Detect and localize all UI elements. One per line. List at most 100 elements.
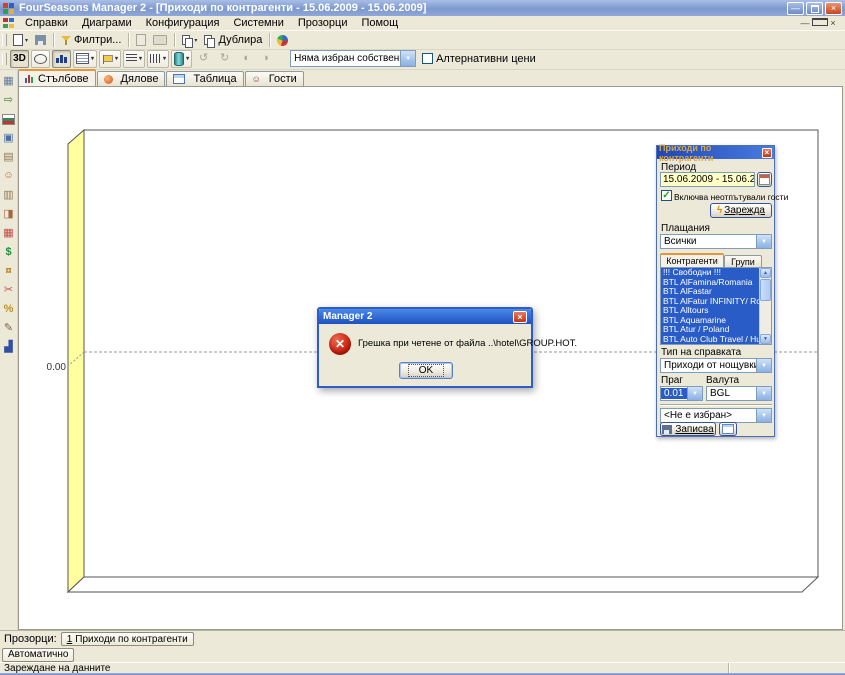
menu-item-configuration[interactable]: Конфигурация (139, 17, 227, 29)
close-button[interactable]: × (825, 2, 842, 15)
calendar-button[interactable] (757, 172, 772, 187)
load-button[interactable]: ϟ Зарежда (710, 203, 772, 218)
toolbar-grip[interactable] (2, 53, 7, 65)
list-item[interactable]: BTL Alltours (661, 306, 759, 316)
form-icon[interactable]: ▤ (1, 149, 17, 165)
combo-dropdown-icon[interactable]: ▼ (400, 51, 415, 66)
dropdown-arrow-icon[interactable]: ▾ (91, 55, 94, 62)
percent-icon[interactable]: % (1, 301, 17, 317)
groups-tab[interactable]: Групи (724, 255, 762, 267)
tab-columns[interactable]: Стълбове (18, 69, 96, 86)
report-type-combo[interactable]: Приходи от нощувки ▼ (660, 358, 772, 373)
filters-button[interactable]: Филтри... (58, 32, 124, 48)
contractors-tab[interactable]: Контрагенти (660, 253, 724, 267)
list-item[interactable]: BTL AlFatur INFINITY/ Romani (661, 297, 759, 307)
dropdown-arrow-icon[interactable]: ▾ (194, 37, 197, 44)
list-item[interactable]: !!! Свободни !!! (661, 268, 759, 278)
tab-shares[interactable]: Дялове (97, 71, 166, 86)
labels-flag-button[interactable]: ▾ (99, 50, 121, 68)
list-item[interactable]: BTL AlFamina/Romania (661, 278, 759, 288)
print-preview-button[interactable] (133, 32, 149, 48)
print-button[interactable] (150, 32, 170, 48)
system-menu-icon[interactable] (3, 18, 14, 28)
mdi-restore-button[interactable] (812, 18, 826, 28)
include-guests-checkbox[interactable]: ✓ (661, 190, 672, 201)
tab-table[interactable]: Таблица (166, 71, 243, 86)
rates-grid-icon[interactable]: ▦ (1, 225, 17, 241)
list-item[interactable]: BTL Aquamarine (661, 316, 759, 326)
new-document-button[interactable]: ▾ (10, 32, 31, 48)
duplicate-button[interactable]: Дублира (201, 32, 265, 48)
mdi-close-button[interactable]: × (826, 18, 840, 28)
currency-dollar-icon[interactable]: $ (1, 244, 17, 260)
ok-button[interactable]: OK (399, 362, 453, 379)
cash-register-icon[interactable]: ◨ (1, 206, 17, 222)
contractors-list[interactable]: !!! Свободни !!! BTL AlFamina/Romania BT… (660, 267, 772, 345)
scroll-track[interactable] (760, 302, 771, 334)
mdi-minimize-button[interactable]: — (798, 18, 812, 28)
currency-combo[interactable]: BGL ▼ (706, 386, 772, 401)
combo-dropdown-icon[interactable]: ▼ (687, 387, 702, 400)
rotate-cw-button[interactable]: ↻ (215, 50, 234, 68)
report-chart-button[interactable] (274, 32, 291, 48)
menu-item-windows[interactable]: Прозорци (291, 17, 355, 29)
menu-item-help[interactable]: Помощ (354, 17, 405, 29)
dropdown-arrow-icon[interactable]: ▾ (115, 55, 118, 62)
scroll-up-icon[interactable]: ▲ (760, 268, 771, 278)
rotate-ccw-button[interactable]: ↺ (194, 50, 213, 68)
bulgarian-flag-icon[interactable] (1, 111, 17, 127)
grid-view-button[interactable] (719, 422, 737, 436)
cylinder-series-button[interactable]: ▾ (171, 50, 192, 68)
list-item[interactable]: BTL Auto Club Travel / Hunga (661, 335, 759, 345)
payments-icon[interactable]: ¤ (1, 263, 17, 279)
menu-item-diagrams[interactable]: Диаграми (75, 17, 139, 29)
period-input[interactable]: 15.06.2009 - 15.06.2009 (660, 172, 755, 187)
list-item[interactable]: BTL AlFastar (661, 287, 759, 297)
template-combo[interactable]: <Не е избран> ▼ (660, 408, 772, 423)
alt-prices-checkbox[interactable] (422, 53, 433, 64)
dialog-title-bar[interactable]: Manager 2 × (319, 309, 531, 324)
panel-title-bar[interactable]: Приходи по контрагенти × (657, 146, 774, 159)
owner-combo[interactable]: Няма избран собственици ▼ (290, 50, 416, 67)
dropdown-arrow-icon[interactable]: ▾ (25, 37, 28, 44)
document-export-icon[interactable]: ⇨ (1, 92, 17, 108)
cabinet-icon[interactable]: ▥ (1, 187, 17, 203)
guests-icon[interactable]: ☺ (1, 168, 17, 184)
save-button[interactable] (32, 32, 49, 48)
discount-scissors-icon[interactable]: ✂ (1, 282, 17, 298)
vertical-grid-button[interactable]: ▾ (147, 50, 169, 68)
scroll-thumb[interactable] (760, 279, 771, 301)
combo-dropdown-icon[interactable]: ▼ (756, 387, 771, 400)
depth-right-button[interactable]: ◗ (257, 50, 276, 68)
tab-guests[interactable]: ☺ Гости (245, 71, 304, 86)
edit-form-icon[interactable]: ✎ (1, 320, 17, 336)
combo-dropdown-icon[interactable]: ▼ (756, 409, 771, 422)
list-item[interactable]: BTL Atur / Poland (661, 325, 759, 335)
payments-combo[interactable]: Всички ▼ (660, 234, 772, 249)
dropdown-arrow-icon[interactable]: ▾ (139, 55, 142, 62)
open-window-button[interactable]: 1 Приходи по контрагенти (61, 632, 194, 646)
save-report-button[interactable]: Записва (660, 422, 716, 436)
panel-close-button[interactable]: × (762, 148, 772, 158)
scroll-down-icon[interactable]: ▼ (760, 334, 771, 344)
3d-toggle-button[interactable]: 3D (10, 50, 29, 68)
copy-button[interactable]: ▾ (179, 32, 200, 48)
monitor-icon[interactable]: ▣ (1, 130, 17, 146)
rooms-grid-icon[interactable]: ▦ (1, 73, 17, 89)
ellipse-shape-button[interactable] (31, 50, 50, 68)
toolbar-grip[interactable] (2, 34, 7, 46)
dialog-close-button[interactable]: × (513, 311, 527, 323)
menu-item-reports[interactable]: Справки (18, 17, 75, 29)
dropdown-arrow-icon[interactable]: ▾ (163, 55, 166, 62)
combo-dropdown-icon[interactable]: ▼ (756, 235, 771, 248)
dropdown-arrow-icon[interactable]: ▾ (186, 55, 189, 62)
combo-dropdown-icon[interactable]: ▼ (756, 359, 771, 372)
automatic-button[interactable]: Автоматично (2, 648, 74, 662)
threshold-combo[interactable]: 0.01 ▼ (660, 386, 703, 401)
depth-left-button[interactable]: ◖ (236, 50, 255, 68)
restore-button[interactable] (806, 2, 823, 15)
mini-bars-button[interactable] (52, 50, 71, 68)
legend-button[interactable]: ▾ (73, 50, 97, 68)
chart-guest-icon[interactable]: ▟ (1, 339, 17, 355)
list-scrollbar[interactable]: ▲ ▼ (759, 268, 771, 344)
